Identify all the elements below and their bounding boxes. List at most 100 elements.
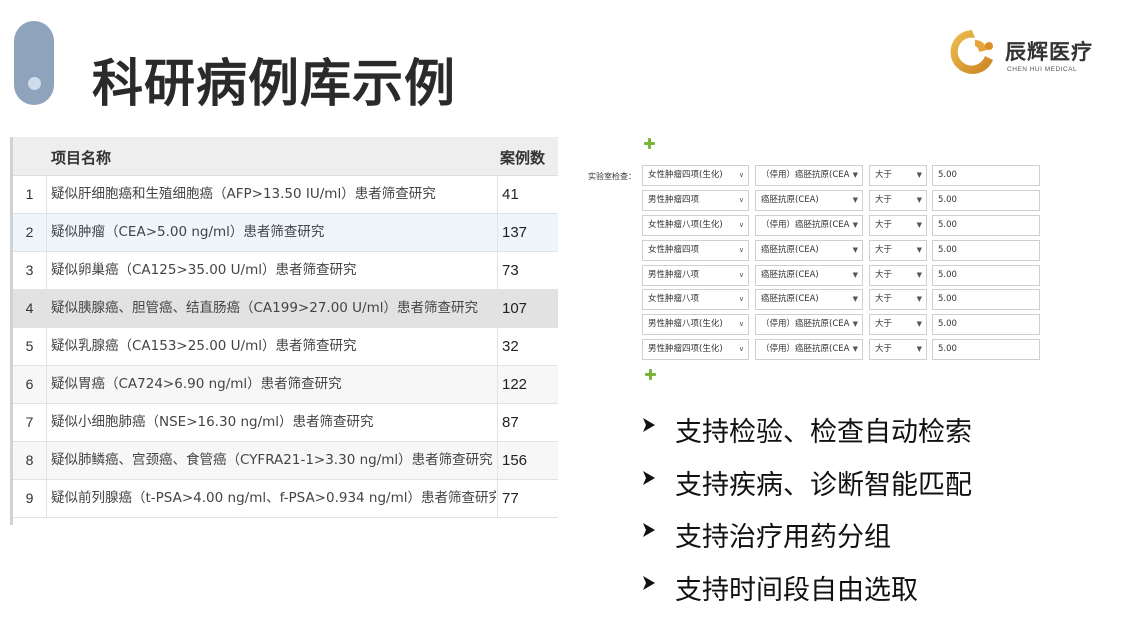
- test-item-select[interactable]: （停用）癌胚抗原(CEA ▼: [755, 339, 863, 360]
- project-name[interactable]: 疑似卵巢癌（CA125>35.00 U/ml）患者筛查研究: [51, 252, 496, 289]
- chevron-down-icon: ∨: [738, 246, 744, 254]
- case-library-table: 项目名称 案例数 1 疑似肝细胞癌和生殖细胞癌（AFP>13.50 IU/ml）…: [10, 137, 558, 525]
- chevron-down-icon: ∨: [738, 196, 744, 204]
- test-group-select[interactable]: 男性肿瘤四项(生化) ∨: [642, 339, 749, 360]
- table-row[interactable]: 1 疑似肝细胞癌和生殖细胞癌（AFP>13.50 IU/ml）患者筛查研究 41: [13, 176, 558, 214]
- project-name[interactable]: 疑似肿瘤（CEA>5.00 ng/ml）患者筛查研究: [51, 214, 496, 251]
- table-header: 项目名称 案例数: [13, 137, 558, 176]
- project-name[interactable]: 疑似前列腺癌（t-PSA>4.00 ng/ml、f-PSA>0.934 ng/m…: [51, 480, 496, 517]
- operator-select[interactable]: 大于 ▼: [869, 289, 927, 310]
- dropdown-arrow-icon: ▼: [916, 171, 922, 179]
- table-row[interactable]: 8 疑似肺鳞癌、宫颈癌、食管癌（CYFRA21-1>3.30 ng/ml）患者筛…: [13, 442, 558, 480]
- feature-text: 支持疾病、诊断智能匹配: [675, 469, 972, 501]
- test-item-select[interactable]: 癌胚抗原(CEA) ▼: [755, 240, 863, 261]
- threshold-input[interactable]: 5.00: [932, 240, 1040, 261]
- lab-exam-filter-form: 实验室检查： 女性肿瘤四项(生化) ∨ （停用）癌胚抗原(CEA ▼ 大于 ▼ 5.0…: [584, 134, 1044, 384]
- condition-row: 女性肿瘤四项 ∨ 癌胚抗原(CEA) ▼ 大于 ▼ 5.00: [642, 240, 1042, 261]
- threshold-input[interactable]: 5.00: [932, 215, 1040, 236]
- chevron-down-icon: ∨: [738, 345, 744, 353]
- test-group-select[interactable]: 男性肿瘤八项 ∨: [642, 265, 749, 286]
- dropdown-arrow-icon: ▼: [852, 271, 858, 279]
- project-name[interactable]: 疑似肝细胞癌和生殖细胞癌（AFP>13.50 IU/ml）患者筛查研究: [51, 176, 496, 213]
- test-item-select[interactable]: 癌胚抗原(CEA) ▼: [755, 190, 863, 211]
- threshold-input[interactable]: 5.00: [932, 190, 1040, 211]
- test-item-select[interactable]: 癌胚抗原(CEA) ▼: [755, 289, 863, 310]
- table-row[interactable]: 7 疑似小细胞肺癌（NSE>16.30 ng/ml）患者筛查研究 87: [13, 404, 558, 442]
- operator-select[interactable]: 大于 ▼: [869, 240, 927, 261]
- dropdown-arrow-icon: ▼: [916, 221, 922, 229]
- feature-list: 支持检验、检查自动检索 支持疾病、诊断智能匹配 支持治疗用药分组 支持时间段自由…: [640, 408, 1060, 618]
- operator-select[interactable]: 大于 ▼: [869, 190, 927, 211]
- table-row[interactable]: 6 疑似胃癌（CA724>6.90 ng/ml）患者筛查研究 122: [13, 366, 558, 404]
- case-count: 107: [497, 290, 558, 327]
- test-group-select[interactable]: 女性肿瘤四项 ∨: [642, 240, 749, 261]
- project-name[interactable]: 疑似胃癌（CA724>6.90 ng/ml）患者筛查研究: [51, 366, 496, 403]
- header-project-name: 项目名称: [51, 149, 112, 167]
- threshold-input[interactable]: 5.00: [932, 314, 1040, 335]
- case-count: 77: [497, 480, 558, 517]
- dropdown-arrow-icon: ▼: [852, 295, 858, 303]
- test-item-select[interactable]: （停用）癌胚抗原(CEA ▼: [755, 165, 863, 186]
- case-count: 32: [497, 328, 558, 365]
- test-group-select[interactable]: 女性肿瘤八项 ∨: [642, 289, 749, 310]
- add-condition-icon[interactable]: [645, 369, 656, 380]
- table-row[interactable]: 4 疑似胰腺癌、胆管癌、结直肠癌（CA199>27.00 U/ml）患者筛查研究…: [13, 290, 558, 328]
- project-name[interactable]: 疑似肺鳞癌、宫颈癌、食管癌（CYFRA21-1>3.30 ng/ml）患者筛查研…: [51, 442, 496, 479]
- threshold-input[interactable]: 5.00: [932, 289, 1040, 310]
- arrow-bullet-icon: [643, 418, 655, 432]
- arrow-bullet-icon: [643, 470, 655, 485]
- feature-text: 支持检验、检查自动检索: [675, 417, 972, 448]
- case-count: 156: [497, 442, 558, 479]
- threshold-input[interactable]: 5.00: [932, 165, 1040, 186]
- dropdown-arrow-icon: ▼: [916, 196, 922, 204]
- dropdown-arrow-icon: ▼: [852, 196, 858, 204]
- row-number: 6: [13, 366, 47, 403]
- test-item-select[interactable]: （停用）癌胚抗原(CEA ▼: [755, 215, 863, 236]
- project-name[interactable]: 疑似胰腺癌、胆管癌、结直肠癌（CA199>27.00 U/ml）患者筛查研究: [51, 290, 496, 327]
- operator-select[interactable]: 大于 ▼: [869, 265, 927, 286]
- table-row[interactable]: 2 疑似肿瘤（CEA>5.00 ng/ml）患者筛查研究 137: [13, 214, 558, 252]
- test-item-select[interactable]: （停用）癌胚抗原(CEA ▼: [755, 314, 863, 335]
- test-group-select[interactable]: 男性肿瘤八项(生化) ∨: [642, 314, 749, 335]
- condition-row: 女性肿瘤八项(生化) ∨ （停用）癌胚抗原(CEA ▼ 大于 ▼ 5.00: [642, 215, 1042, 236]
- condition-row: 女性肿瘤八项 ∨ 癌胚抗原(CEA) ▼ 大于 ▼ 5.00: [642, 289, 1042, 310]
- operator-select[interactable]: 大于 ▼: [869, 314, 927, 335]
- dropdown-arrow-icon: ▼: [916, 271, 922, 279]
- table-row[interactable]: 9 疑似前列腺癌（t-PSA>4.00 ng/ml、f-PSA>0.934 ng…: [13, 480, 558, 518]
- row-number: 2: [13, 214, 47, 251]
- header-case-count: 案例数: [500, 149, 546, 167]
- test-item-select[interactable]: 癌胚抗原(CEA) ▼: [755, 265, 863, 286]
- row-number: 9: [13, 480, 47, 517]
- operator-select[interactable]: 大于 ▼: [869, 339, 927, 360]
- threshold-input[interactable]: 5.00: [932, 265, 1040, 286]
- case-count: 122: [497, 366, 558, 403]
- title-accent-pill: [14, 21, 54, 105]
- feature-item: 支持检验、检查自动检索: [640, 408, 1060, 461]
- case-count: 41: [497, 176, 558, 213]
- operator-select[interactable]: 大于 ▼: [869, 165, 927, 186]
- add-condition-icon[interactable]: [644, 138, 655, 149]
- operator-select[interactable]: 大于 ▼: [869, 215, 927, 236]
- arrow-bullet-icon: [643, 575, 655, 590]
- test-group-select[interactable]: 男性肿瘤四项 ∨: [642, 190, 749, 211]
- row-number: 4: [13, 290, 47, 327]
- dropdown-arrow-icon: ▼: [916, 320, 922, 328]
- test-group-select[interactable]: 女性肿瘤四项(生化) ∨: [642, 165, 749, 186]
- title-accent-dot: [28, 77, 41, 90]
- test-group-select[interactable]: 女性肿瘤八项(生化) ∨: [642, 215, 749, 236]
- dropdown-arrow-icon: ▼: [852, 171, 858, 179]
- condition-row: 男性肿瘤八项(生化) ∨ （停用）癌胚抗原(CEA ▼ 大于 ▼ 5.00: [642, 314, 1042, 335]
- table-row[interactable]: 5 疑似乳腺癌（CA153>25.00 U/ml）患者筛查研究 32: [13, 328, 558, 366]
- row-number: 8: [13, 442, 47, 479]
- dropdown-arrow-icon: ▼: [916, 246, 922, 254]
- threshold-input[interactable]: 5.00: [932, 339, 1040, 360]
- dropdown-arrow-icon: ▼: [852, 320, 858, 328]
- project-name[interactable]: 疑似乳腺癌（CA153>25.00 U/ml）患者筛查研究: [51, 328, 496, 365]
- project-name[interactable]: 疑似小细胞肺癌（NSE>16.30 ng/ml）患者筛查研究: [51, 404, 496, 441]
- table-row[interactable]: 3 疑似卵巢癌（CA125>35.00 U/ml）患者筛查研究 73: [13, 252, 558, 290]
- page-title: 科研病例库示例: [92, 55, 457, 114]
- chevron-down-icon: ∨: [738, 171, 744, 179]
- dropdown-arrow-icon: ▼: [852, 221, 858, 229]
- logo-chinese-text: 辰辉医疗: [1005, 39, 1093, 64]
- logo-english-text: CHEN HUI MEDICAL: [1007, 66, 1078, 73]
